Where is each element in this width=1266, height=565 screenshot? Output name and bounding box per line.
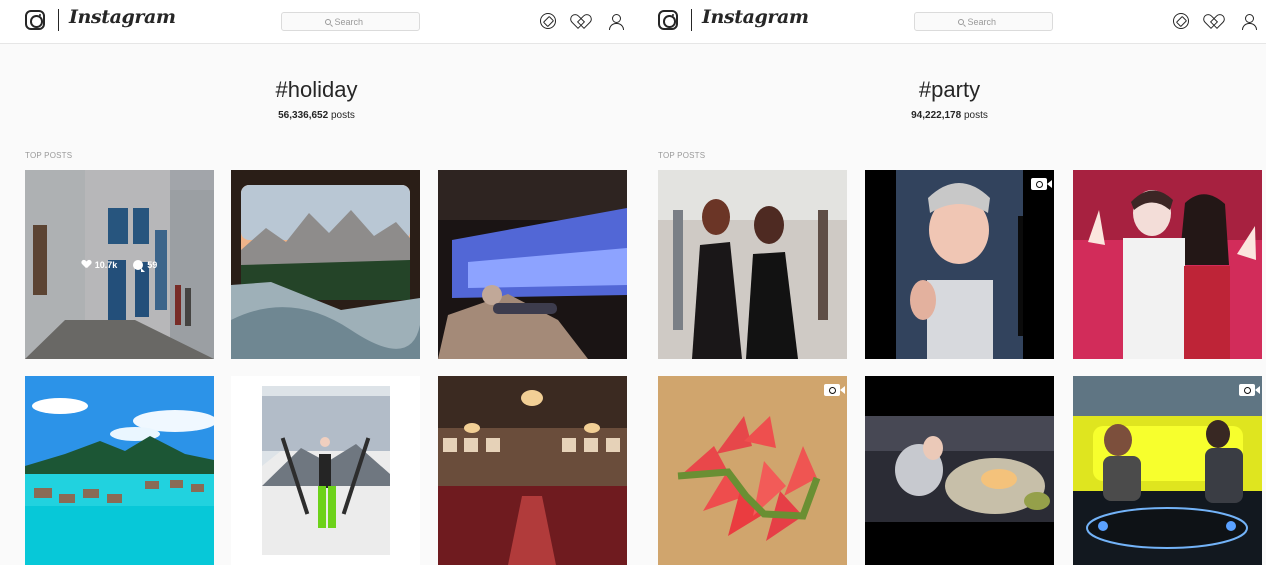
video-camera-icon [824,384,845,396]
heart-icon[interactable] [574,13,590,29]
post-tile[interactable] [1073,170,1262,359]
video-camera-icon [1031,178,1052,190]
instagram-wordmark[interactable]: Instagram [69,6,176,28]
comment-count: 59 [147,259,158,270]
post-tile[interactable] [231,376,420,565]
post-image [865,170,1054,359]
post-count: 94,222,178 posts [633,110,1266,121]
post-tile[interactable] [25,376,214,565]
compass-icon[interactable] [540,13,556,29]
post-image [231,170,420,359]
user-icon[interactable] [608,13,624,30]
post-image [1073,376,1262,565]
heart-icon[interactable] [1207,13,1223,29]
logo-divider [691,9,692,31]
top-posts-label: TOP POSTS [25,151,73,160]
comment-icon [133,259,146,272]
post-count: 56,336,652 posts [0,110,633,121]
top-posts-label: TOP POSTS [658,151,706,160]
post-tile[interactable] [438,376,627,565]
top-nav-bar: Instagram [633,0,1266,44]
instagram-wordmark[interactable]: Instagram [702,6,809,28]
search-icon [957,18,964,25]
party-hashtag-page: Instagram #party 94,222,178 posts TOP PO… [633,0,1266,565]
holiday-hashtag-page: Instagram #holiday 56,336,652 posts TOP … [0,0,633,565]
post-image [1073,170,1262,359]
post-count-value: 56,336,652 [278,110,329,121]
post-tile[interactable]: 10.7k 59 [25,170,214,359]
post-image [25,376,214,565]
comment-stat: 59 [133,259,158,272]
post-hover-overlay: 10.7k 59 [25,170,214,359]
post-tile[interactable] [865,376,1054,565]
post-tile[interactable] [658,170,847,359]
like-count: 10.7k [94,259,118,270]
top-nav-bar: Instagram [0,0,633,44]
post-count-value: 94,222,178 [911,110,962,121]
search-input[interactable] [967,16,1010,27]
post-tile[interactable] [231,170,420,359]
logo-divider [58,9,59,31]
screenshot-composite: Instagram #holiday 56,336,652 posts TOP … [0,0,1266,565]
search-box[interactable] [281,12,420,31]
post-tile[interactable] [438,170,627,359]
search-icon [324,18,331,25]
post-tile[interactable] [658,376,847,565]
post-image [231,376,420,565]
search-input[interactable] [334,16,377,27]
post-image [865,376,1054,565]
post-image [438,376,627,565]
search-box[interactable] [914,12,1053,31]
instagram-camera-icon[interactable] [25,10,45,30]
user-icon[interactable] [1241,13,1257,30]
post-image [438,170,627,359]
like-stat: 10.7k [82,260,118,270]
instagram-camera-icon[interactable] [658,10,678,30]
hashtag-title: #party [918,77,981,102]
post-count-suffix: posts [328,110,355,121]
post-image [658,376,847,565]
post-count-suffix: posts [961,110,988,121]
post-image [658,170,847,359]
hashtag-title: #holiday [275,77,358,102]
heart-icon [82,260,91,269]
compass-icon[interactable] [1173,13,1189,29]
post-tile[interactable] [1073,376,1262,565]
video-camera-icon [1239,384,1260,396]
post-tile[interactable] [865,170,1054,359]
